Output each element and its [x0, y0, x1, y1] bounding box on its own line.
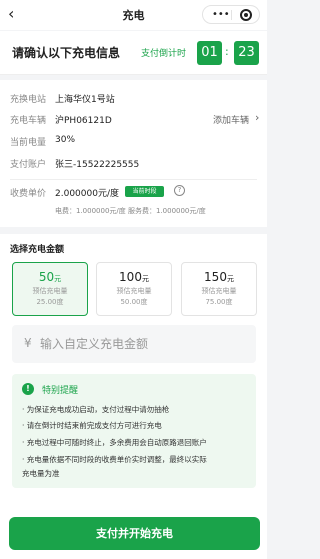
notice-line: · 充电量依据不同时段的收费单价实时调整，最终以实际 — [22, 455, 207, 464]
countdown-label: 支付倒计时 — [141, 49, 187, 59]
order-info-card: 充换电站 上海华仪1号站 充电车辆 沪PH06121D 添加车辆 › 当前电量 … — [0, 80, 267, 227]
vehicle-value: 沪PH06121D — [55, 116, 112, 126]
close-miniprogram-icon[interactable] — [240, 9, 252, 21]
pay-and-charge-button[interactable]: 支付并开始充电 — [9, 517, 260, 550]
account-value: 张三-15522225555 — [55, 160, 140, 170]
estimate-label: 预估充电量 — [116, 287, 152, 295]
notice-title: 特别提醒 — [42, 386, 79, 396]
capsule-divider — [231, 10, 232, 20]
custom-amount-input[interactable] — [40, 333, 245, 355]
notice-line: · 充电过程中可随时终止，多余费用会自动原路退回账户 — [22, 438, 207, 447]
notice-box: ! 特别提醒 · 为保证充电成功启动，支付过程中请勿抽枪 · 请在倒计时结束前完… — [12, 374, 256, 488]
estimate-energy: 75.00度 — [205, 298, 233, 306]
amount-option-150[interactable]: 150元 预估充电量 75.00度 — [181, 262, 257, 316]
confirm-bar: 请确认以下充电信息 支付倒计时 01 : 23 — [0, 31, 267, 75]
amount-unit: 元 — [226, 275, 234, 283]
amount-option-50[interactable]: 50元 预估充电量 25.00度 — [12, 262, 88, 316]
confirm-title: 请确认以下充电信息 — [12, 46, 121, 60]
divider — [10, 179, 257, 180]
vehicle-label: 充电车辆 — [10, 116, 47, 126]
soc-label: 当前电量 — [10, 138, 47, 148]
countdown-colon: : — [225, 45, 229, 58]
current-period-badge: 当前时段 — [125, 186, 164, 197]
top-nav: ‹ 充电 ••• — [0, 0, 267, 30]
fee-breakdown: 电费：1.000000元/度 服务费：1.000000元/度 — [55, 207, 206, 215]
account-label: 支付账户 — [10, 160, 47, 170]
station-value: 上海华仪1号站 — [55, 95, 115, 105]
amount-unit: 元 — [141, 275, 149, 283]
amount-section-title: 选择充电金额 — [10, 245, 65, 255]
estimate-label: 预估充电量 — [32, 287, 68, 295]
help-icon[interactable]: ? — [174, 185, 185, 196]
amount-unit: 元 — [54, 275, 62, 283]
notice-line: · 请在倒计时结束前完成支付方可进行充电 — [22, 421, 162, 430]
mini-program-capsule: ••• — [202, 5, 260, 24]
custom-amount-field[interactable]: ¥ — [12, 325, 256, 363]
chevron-right-icon: › — [255, 111, 260, 124]
notice-line: · 为保证充电成功启动，支付过程中请勿抽枪 — [22, 405, 170, 414]
amount-section: 选择充电金额 50元 预估充电量 25.00度 100元 预估充电量 50.00… — [0, 234, 267, 559]
amount-value: 50 — [38, 270, 55, 284]
soc-value: 30% — [55, 135, 76, 145]
currency-prefix: ¥ — [24, 336, 32, 350]
countdown-minutes: 01 — [197, 41, 222, 65]
price-label: 收费单价 — [10, 189, 47, 199]
station-label: 充换电站 — [10, 95, 47, 105]
amount-option-100[interactable]: 100元 预估充电量 50.00度 — [96, 262, 172, 316]
notice-line: 充电量为准 — [22, 469, 60, 478]
alert-icon: ! — [22, 383, 34, 395]
add-vehicle-label: 添加车辆 — [213, 116, 250, 126]
estimate-energy: 50.00度 — [120, 298, 148, 306]
estimate-energy: 25.00度 — [36, 298, 64, 306]
estimate-label: 预估充电量 — [201, 287, 237, 295]
price-value: 2.000000元/度 — [55, 189, 119, 199]
amount-value: 100 — [119, 270, 142, 284]
add-vehicle-button[interactable]: 添加车辆 › — [213, 111, 259, 126]
amount-value: 150 — [204, 270, 227, 284]
countdown-seconds: 23 — [234, 41, 259, 65]
more-icon[interactable]: ••• — [212, 8, 230, 21]
